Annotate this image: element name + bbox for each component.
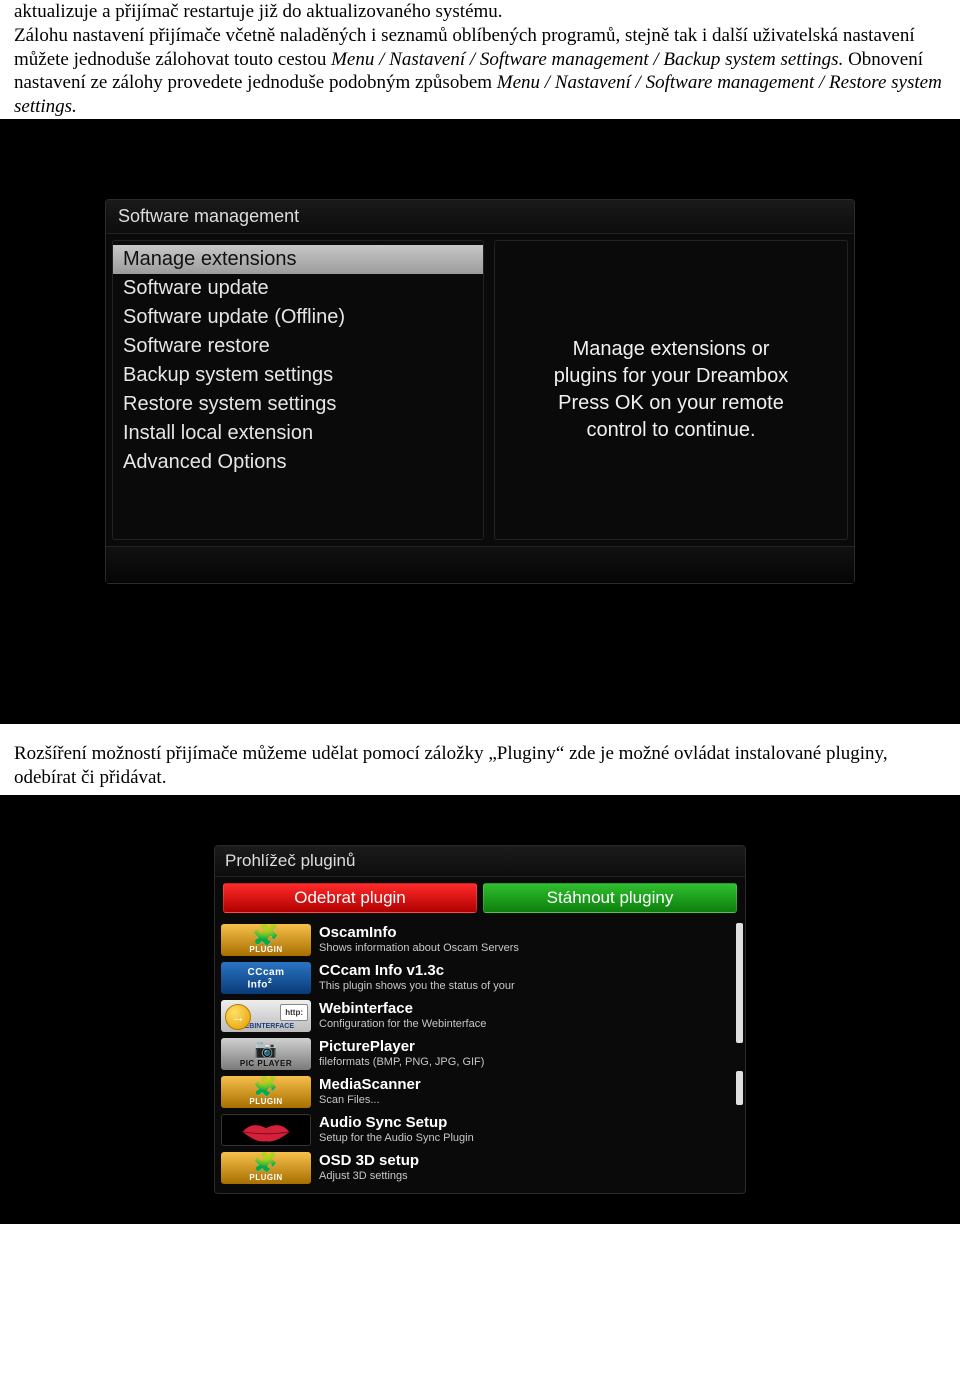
sm-footer-bar xyxy=(106,546,854,583)
sm-window: Software management Manage extensions So… xyxy=(105,199,855,584)
plugin-icon-label: PLUGIN xyxy=(249,1097,282,1106)
para2: Rozšíření možností přijímače můžeme uděl… xyxy=(14,743,888,788)
plugin-icon: 📷 PIC PLAYER xyxy=(221,1038,311,1070)
plugin-icon: CCcamInfo2 xyxy=(221,962,311,994)
screenshot-plugin-browser: Prohlížeč pluginů Odebrat plugin Stáhnou… xyxy=(0,795,960,1224)
pb-buttons-row: Odebrat plugin Stáhnout pluginy xyxy=(215,877,745,919)
pb-plugin-list: 🧩 PLUGIN OscamInfo Shows information abo… xyxy=(215,919,745,1193)
plugin-name: OSD 3D setup xyxy=(319,1153,739,1170)
list-item[interactable]: 🧩 PLUGIN OscamInfo Shows information abo… xyxy=(219,921,741,959)
plugin-icon: 🧩 PLUGIN xyxy=(221,924,311,956)
camera-icon: 📷 xyxy=(255,1040,278,1058)
screenshot-software-management: Software management Manage extensions So… xyxy=(0,119,960,724)
list-item[interactable]: Audio Sync Setup Setup for the Audio Syn… xyxy=(219,1111,741,1149)
mid-paragraph: Rozšíření možností přijímače můžeme uděl… xyxy=(0,742,960,790)
para1a: aktualizuje a přijímač restartuje již do… xyxy=(14,1,503,22)
plugin-desc: Scan Files... xyxy=(319,1094,739,1107)
sm-item-install-local-extension[interactable]: Install local extension xyxy=(113,419,483,448)
sm-item-manage-extensions[interactable]: Manage extensions xyxy=(113,245,483,274)
lips-icon xyxy=(222,1115,310,1145)
puzzle-icon: 🧩 xyxy=(252,924,280,946)
plugin-name: OscamInfo xyxy=(319,925,739,942)
pb-titlebar: Prohlížeč pluginů xyxy=(215,846,745,877)
plugin-name: Audio Sync Setup xyxy=(319,1115,739,1132)
plugin-icon: 🧩 PLUGIN xyxy=(221,1152,311,1184)
sm-item-restore-system-settings[interactable]: Restore system settings xyxy=(113,390,483,419)
para1b-italic1: Menu / Nastavení / Software management /… xyxy=(331,49,843,70)
sm-description-panel: Manage extensions or plugins for your Dr… xyxy=(494,240,848,540)
http-label: http: xyxy=(280,1004,308,1021)
sm-desc-line1: Manage extensions or xyxy=(573,338,770,360)
list-item[interactable]: → http: WEBINTERFACE Webinterface Config… xyxy=(219,997,741,1035)
plugin-icon: → http: WEBINTERFACE xyxy=(221,1000,311,1032)
plugin-desc: Configuration for the Webinterface xyxy=(319,1018,739,1031)
puzzle-icon: 🧩 xyxy=(253,1077,278,1097)
puzzle-icon: 🧩 xyxy=(253,1153,278,1173)
sm-item-backup-system-settings[interactable]: Backup system settings xyxy=(113,361,483,390)
list-item[interactable]: 🧩 PLUGIN MediaScanner Scan Files... xyxy=(219,1073,741,1111)
list-item[interactable]: 🧩 PLUGIN OSD 3D setup Adjust 3D settings xyxy=(219,1149,741,1187)
cccam-icon-text: CCcamInfo2 xyxy=(248,967,285,990)
plugin-icon-label: PIC PLAYER xyxy=(240,1059,292,1068)
sm-titlebar: Software management xyxy=(106,200,854,234)
sm-desc-line3: Press OK on your remote xyxy=(558,392,784,414)
plugin-icon: 🧩 PLUGIN xyxy=(221,1076,311,1108)
sm-desc-line2: plugins for your Dreambox xyxy=(554,365,789,387)
list-item[interactable]: CCcamInfo2 CCcam Info v1.3c This plugin … xyxy=(219,959,741,997)
intro-paragraphs: aktualizuje a přijímač restartuje již do… xyxy=(0,0,960,119)
plugin-name: Webinterface xyxy=(319,1001,739,1018)
plugin-desc: Shows information about Oscam Servers xyxy=(319,942,739,955)
sm-desc-line4: control to continue. xyxy=(587,419,756,441)
pb-window: Prohlížeč pluginů Odebrat plugin Stáhnou… xyxy=(214,845,746,1194)
plugin-name: CCcam Info v1.3c xyxy=(319,963,739,980)
sm-item-software-update-offline[interactable]: Software update (Offline) xyxy=(113,303,483,332)
sm-item-advanced-options[interactable]: Advanced Options xyxy=(113,448,483,477)
sm-item-software-restore[interactable]: Software restore xyxy=(113,332,483,361)
scrollbar-thumb[interactable] xyxy=(736,923,743,1043)
plugin-name: PicturePlayer xyxy=(319,1039,739,1056)
plugin-desc: Setup for the Audio Sync Plugin xyxy=(319,1132,739,1145)
download-plugins-button[interactable]: Stáhnout pluginy xyxy=(483,883,737,913)
plugin-desc: Adjust 3D settings xyxy=(319,1170,739,1183)
list-item[interactable]: 📷 PIC PLAYER PicturePlayer fileformats (… xyxy=(219,1035,741,1073)
scrollbar-thumb[interactable] xyxy=(736,1071,743,1105)
plugin-desc: fileformats (BMP, PNG, JPG, GIF) xyxy=(319,1056,739,1069)
plugin-desc: This plugin shows you the status of your xyxy=(319,980,739,993)
sm-item-software-update[interactable]: Software update xyxy=(113,274,483,303)
plugin-icon xyxy=(221,1114,311,1146)
plugin-name: MediaScanner xyxy=(319,1077,739,1094)
remove-plugin-button[interactable]: Odebrat plugin xyxy=(223,883,477,913)
plugin-icon-label: PLUGIN xyxy=(249,1173,282,1182)
sm-menu-list: Manage extensions Software update Softwa… xyxy=(112,240,484,540)
